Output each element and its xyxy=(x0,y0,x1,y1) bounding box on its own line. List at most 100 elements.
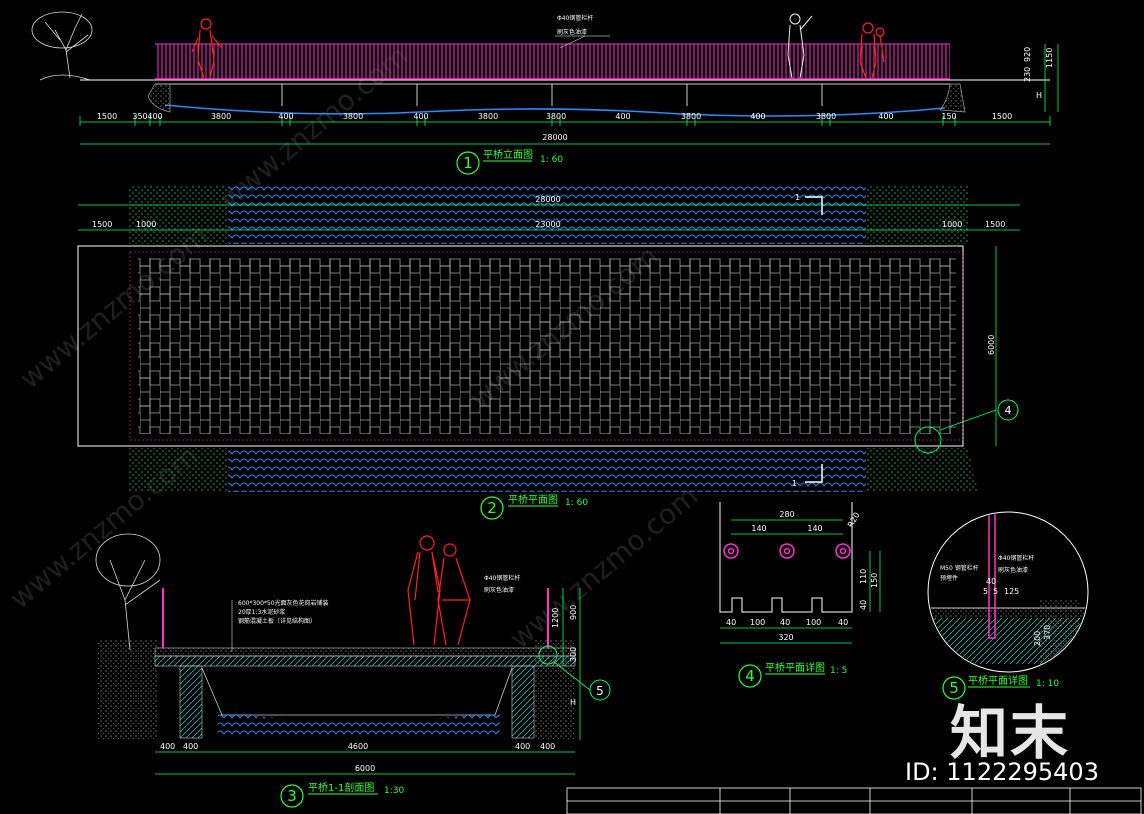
d4-number: 4 xyxy=(745,667,755,685)
d5-note3: M50 钢管栏杆 xyxy=(940,564,979,572)
detail-5: Φ40钢管栏杆 刷灰色油漆 M50 钢管栏杆 预埋件 40 5 5 125 20… xyxy=(927,511,1089,700)
section-rdim-2: 300 xyxy=(569,647,578,662)
elevation-dim-12: 3800 xyxy=(816,112,836,121)
d4-title: 平桥平面详图 xyxy=(765,661,825,674)
elev-rdim-1: 230 xyxy=(1023,67,1032,82)
elevation-dim-11: 400 xyxy=(750,112,765,121)
elevation-number: 1 xyxy=(463,154,473,172)
section-total-dim: 6000 xyxy=(355,764,375,773)
elevation-dim-7: 3800 xyxy=(478,112,498,121)
plan-number: 2 xyxy=(487,499,497,517)
d4-btotal: 320 xyxy=(778,633,793,642)
section-mark-top: 1 xyxy=(795,193,800,202)
elevation-note-2: 刷灰色油漆 xyxy=(557,28,587,36)
detail-4: 280 140 140 R20 110 150 40 40 100 40 100… xyxy=(719,502,881,688)
right-pier xyxy=(511,665,535,739)
tree-sketch-2 xyxy=(95,533,161,651)
section-dim-1: 400 xyxy=(183,742,198,751)
elevation-dim-1: 350 xyxy=(132,112,147,121)
d4-b2: 40 xyxy=(780,618,790,627)
elevation-dim-9: 400 xyxy=(615,112,630,121)
section-mark-bottom: 1 xyxy=(792,479,797,488)
d4-r: R20 xyxy=(846,511,862,529)
section-detail-ref: 5 xyxy=(596,684,604,698)
deck-slab xyxy=(154,655,576,667)
section-water xyxy=(218,712,500,738)
d4-right-0: 110 xyxy=(859,569,868,584)
d5-note4: 预埋件 xyxy=(940,574,958,582)
d5-d2: 5 xyxy=(993,587,998,596)
couple-silhouette xyxy=(407,535,471,646)
section-number: 3 xyxy=(287,787,297,805)
elev-rdim-3: H xyxy=(1036,91,1042,100)
d5-note1: Φ40钢管栏杆 xyxy=(998,554,1034,562)
plan-width-dim: 6000 xyxy=(987,335,996,355)
section-title: 平桥1-1剖面图 xyxy=(308,781,374,794)
plan-total-dim: 28000 xyxy=(535,195,560,204)
elevation-note-1: Φ40钢管栏杆 xyxy=(557,14,593,22)
elev-rdim-2: 1150 xyxy=(1045,48,1054,68)
elevation-dim-5: 3800 xyxy=(343,112,363,121)
section-note-2: 钢筋混凝土板（详见结构图） xyxy=(238,617,316,625)
elevation-total-dim: 28000 xyxy=(542,133,567,142)
section-scale: 1:30 xyxy=(384,786,404,796)
section-rail-note-2: 刷灰色油漆 xyxy=(484,586,514,594)
plan-view: 28000 23000 1500 1000 1000 1500 6000 1 1… xyxy=(77,186,1020,520)
watermark-id: ID: 1122295403 xyxy=(905,758,1099,786)
d4-b1: 100 xyxy=(750,618,765,627)
elevation-dim-6: 400 xyxy=(413,112,428,121)
elevation-scale: 1: 60 xyxy=(540,155,563,165)
elevation-dim-4: 400 xyxy=(278,112,293,121)
section-note-0: 600*300*50光面灰色花岗岩铺装 xyxy=(238,599,329,607)
elevation-title: 平桥立面图 xyxy=(483,148,533,161)
tree-sketch xyxy=(31,11,93,81)
section-rdim-0: 1200 xyxy=(551,608,560,628)
d4-scale: 1: 5 xyxy=(830,666,847,676)
elevation-dim-0: 1500 xyxy=(97,112,117,121)
plan-dim-1000-l: 1000 xyxy=(136,220,156,229)
plan-dim-1500-r: 1500 xyxy=(985,220,1005,229)
section-dim-2: 4600 xyxy=(348,742,368,751)
elevation-dim-13: 400 xyxy=(878,112,893,121)
elevation-view: Φ40钢管栏杆 刷灰色油漆 1500 350 400 3800 400 3800 400 38… xyxy=(31,11,1059,175)
d5-r0: 200 xyxy=(1033,631,1042,646)
elevation-dim-3: 3800 xyxy=(211,112,231,121)
plan-detail-ref: 4 xyxy=(1005,404,1012,417)
d4-s1: 140 xyxy=(751,524,766,533)
title-block xyxy=(566,787,1142,814)
d4-s2: 140 xyxy=(807,524,822,533)
section-dim-3: 400 xyxy=(515,742,530,751)
d5-d1: 5 xyxy=(983,587,988,596)
section-note-1: 20厚1:3水泥砂浆 xyxy=(238,608,285,616)
left-soil xyxy=(97,640,157,740)
plan-scale: 1: 60 xyxy=(565,498,588,508)
plan-title: 平桥平面图 xyxy=(508,494,558,506)
elevation-dim-2: 400 xyxy=(147,112,162,121)
d5-r1: 370 xyxy=(1043,625,1052,640)
d4-b3: 100 xyxy=(806,618,821,627)
section-dim-4: 400 xyxy=(540,742,555,751)
section-rdim-1: 900 xyxy=(569,605,578,620)
section-view: 600*300*50光面灰色花岗岩铺装 20厚1:3水泥砂浆 钢筋混凝土板（详见… xyxy=(95,533,611,808)
d5-d3: 125 xyxy=(1004,587,1019,596)
d4-b0: 40 xyxy=(726,618,736,627)
d4-right-1: 150 xyxy=(870,573,879,588)
plan-water-bottom xyxy=(228,448,866,492)
railing-elevation xyxy=(155,44,950,79)
elevation-dim-8: 3800 xyxy=(546,112,566,121)
d4-top: 280 xyxy=(779,510,794,519)
elevation-dim-10: 3800 xyxy=(681,112,701,121)
paving-pattern xyxy=(138,258,956,434)
plan-dim-1000-r: 1000 xyxy=(942,220,962,229)
section-rail-note-1: Φ40钢管栏杆 xyxy=(484,574,520,582)
d4-b4: 40 xyxy=(838,618,848,627)
elevation-dim-14: 150 xyxy=(941,112,956,121)
plan-dim-1500-l: 1500 xyxy=(92,220,112,229)
elev-rdim-0: 920 xyxy=(1023,47,1032,62)
d5-d0: 40 xyxy=(986,577,996,586)
left-pier xyxy=(179,665,203,739)
section-rdim-3: H xyxy=(570,698,576,707)
d4-right-2: 40 xyxy=(859,600,868,610)
section-dim-0: 400 xyxy=(160,742,175,751)
d5-note2: 刷灰色油漆 xyxy=(998,566,1028,574)
